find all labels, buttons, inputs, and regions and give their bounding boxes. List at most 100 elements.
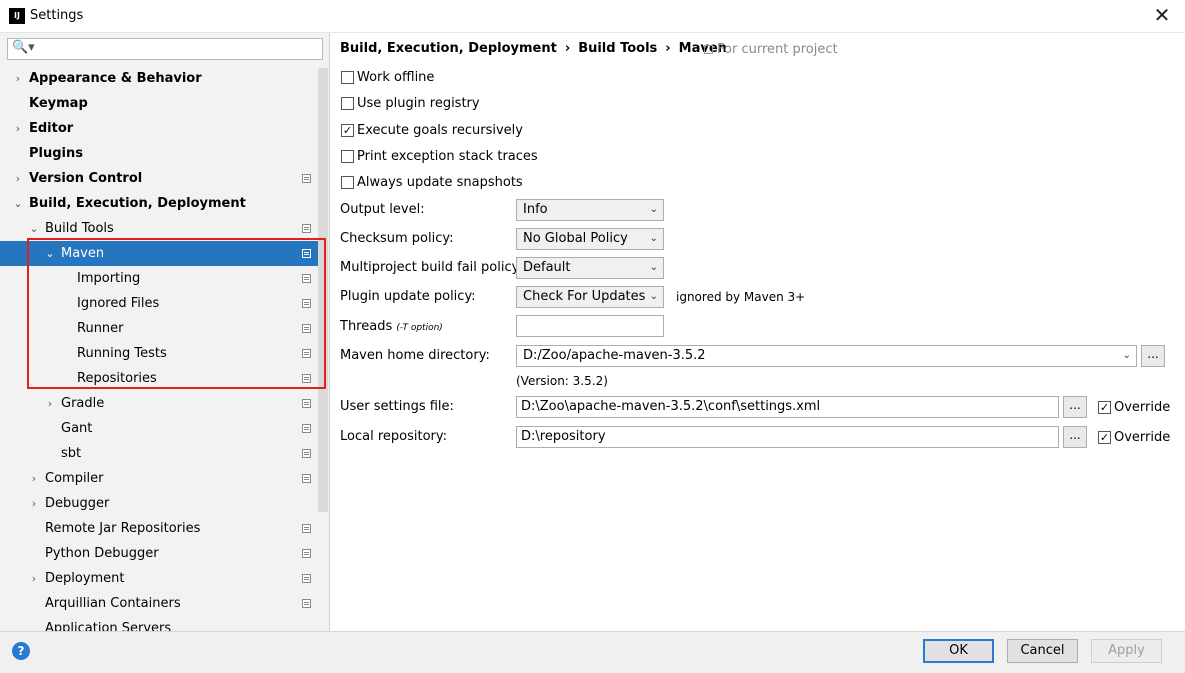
chevron-right-icon[interactable]: › <box>28 466 40 491</box>
title-bar: IJ Settings ✕ <box>0 0 1185 33</box>
tree-item-label: Gant <box>61 421 93 436</box>
chevron-right-icon[interactable]: › <box>44 391 56 416</box>
chevron-right-icon[interactable]: › <box>28 566 40 591</box>
chevron-right-icon[interactable]: › <box>12 66 24 91</box>
tree-item-label: Plugins <box>29 146 83 161</box>
checkbox-box[interactable]: ✓ <box>341 124 354 137</box>
settings-search-input[interactable]: 🔍▾ <box>7 38 323 60</box>
tree-item-runner[interactable]: Runner <box>0 316 318 341</box>
tree-item-build-execution-deployment[interactable]: ⌄ Build, Execution, Deployment <box>0 191 318 216</box>
ok-button[interactable]: OK <box>923 639 994 663</box>
tree-item-label: Gradle <box>61 396 105 411</box>
local-repository-input[interactable]: D:\repository <box>516 426 1059 448</box>
threads-label-text: Threads <box>340 319 393 334</box>
checkbox-box[interactable] <box>341 71 354 84</box>
breadcrumb-item: Build Tools <box>578 41 658 56</box>
project-scope-icon <box>302 524 311 533</box>
tree-item-label: Application Servers <box>45 621 172 631</box>
intellij-app-icon: IJ <box>9 8 25 24</box>
apply-button[interactable]: Apply <box>1091 639 1162 663</box>
multiproject-fail-policy-label: Multiproject build fail policy: <box>340 260 523 275</box>
checkbox-label: Use plugin registry <box>357 96 480 111</box>
project-scope-icon <box>302 474 311 483</box>
tree-item-deployment[interactable]: › Deployment <box>0 566 318 591</box>
project-scope-icon <box>302 174 311 183</box>
maven-home-select[interactable]: D:/Zoo/apache-maven-3.5.2 ⌄ <box>516 345 1137 367</box>
plugin-update-policy-select[interactable]: Check For Updates ⌄ <box>516 286 664 308</box>
close-icon[interactable]: ✕ <box>1150 4 1174 28</box>
tree-item-appearance-behavior[interactable]: › Appearance & Behavior <box>0 66 318 91</box>
project-scope-icon <box>302 599 311 608</box>
plugin-update-policy-hint: ignored by Maven 3+ <box>676 290 806 304</box>
tree-item-label: Deployment <box>45 571 125 586</box>
tree-item-ignored-files[interactable]: Ignored Files <box>0 291 318 316</box>
threads-input[interactable] <box>516 315 664 337</box>
checkbox-box[interactable]: ✓ <box>1098 431 1111 444</box>
project-scope-icon <box>302 349 311 358</box>
project-scope-icon <box>302 424 311 433</box>
tree-item-keymap[interactable]: Keymap <box>0 91 318 116</box>
tree-item-maven[interactable]: ⌄ Maven <box>0 241 318 266</box>
user-settings-label: User settings file: <box>340 399 454 414</box>
tree-item-arquillian-containers[interactable]: Arquillian Containers <box>0 591 318 616</box>
chevron-down-icon[interactable]: ⌄ <box>12 191 24 216</box>
multiproject-fail-policy-select[interactable]: Default ⌄ <box>516 257 664 279</box>
tree-item-label: Repositories <box>77 371 157 386</box>
checkbox-label: Always update snapshots <box>357 175 523 190</box>
threads-label-note: (-T option) <box>396 323 443 333</box>
tree-item-debugger[interactable]: › Debugger <box>0 491 318 516</box>
checkbox-box[interactable] <box>341 150 354 163</box>
window-title: Settings <box>30 8 84 23</box>
tree-item-python-debugger[interactable]: Python Debugger <box>0 541 318 566</box>
output-level-label: Output level: <box>340 202 425 217</box>
tree-item-compiler[interactable]: › Compiler <box>0 466 318 491</box>
tree-item-label: Running Tests <box>77 346 167 361</box>
tree-item-version-control[interactable]: › Version Control <box>0 166 318 191</box>
checkbox-box[interactable] <box>341 176 354 189</box>
tree-item-application-servers[interactable]: Application Servers <box>0 616 318 631</box>
scope-label: For current project <box>717 42 838 57</box>
checkbox-label: Print exception stack traces <box>357 149 538 164</box>
checkbox-label: Work offline <box>357 70 435 85</box>
sidebar-scrollbar[interactable] <box>318 68 328 512</box>
maven-home-browse-button[interactable]: ... <box>1141 345 1165 367</box>
project-scope-icon <box>302 549 311 558</box>
checkbox-label: Execute goals recursively <box>357 123 523 138</box>
tree-item-gant[interactable]: Gant <box>0 416 318 441</box>
tree-item-remote-jar-repositories[interactable]: Remote Jar Repositories <box>0 516 318 541</box>
chevron-right-icon[interactable]: › <box>12 166 24 191</box>
checkbox-box[interactable] <box>341 97 354 110</box>
local-repository-browse-button[interactable]: ... <box>1063 426 1087 448</box>
project-scope-icon <box>302 224 311 233</box>
output-level-select[interactable]: Info ⌄ <box>516 199 664 221</box>
scope-indicator: For current project <box>704 42 838 57</box>
checkbox-label: Override <box>1114 400 1171 415</box>
chevron-right-icon[interactable]: › <box>12 116 24 141</box>
cancel-button[interactable]: Cancel <box>1007 639 1078 663</box>
chevron-down-icon[interactable]: ⌄ <box>44 241 56 266</box>
project-scope-icon <box>302 249 311 258</box>
checkbox-box[interactable]: ✓ <box>1098 401 1111 414</box>
tree-item-repositories[interactable]: Repositories <box>0 366 318 391</box>
tree-item-running-tests[interactable]: Running Tests <box>0 341 318 366</box>
checksum-policy-select[interactable]: No Global Policy ⌄ <box>516 228 664 250</box>
user-settings-input[interactable]: D:\Zoo\apache-maven-3.5.2\conf\settings.… <box>516 396 1059 418</box>
tree-item-label: sbt <box>61 446 82 461</box>
chevron-right-icon[interactable]: › <box>28 491 40 516</box>
tree-item-editor[interactable]: › Editor <box>0 116 318 141</box>
tree-item-label: Importing <box>77 271 141 286</box>
tree-item-build-tools[interactable]: ⌄ Build Tools <box>0 216 318 241</box>
threads-label: Threads (-T option) <box>340 319 443 334</box>
tree-item-importing[interactable]: Importing <box>0 266 318 291</box>
chevron-down-icon[interactable]: ⌄ <box>28 216 40 241</box>
tree-item-plugins[interactable]: Plugins <box>0 141 318 166</box>
output-level-value: Info <box>523 202 548 217</box>
local-repository-label: Local repository: <box>340 429 447 444</box>
help-icon[interactable]: ? <box>12 642 30 660</box>
tree-item-sbt[interactable]: sbt <box>0 441 318 466</box>
maven-home-value: D:/Zoo/apache-maven-3.5.2 <box>523 348 706 363</box>
tree-item-label: Editor <box>29 121 74 136</box>
tree-item-gradle[interactable]: › Gradle <box>0 391 318 416</box>
user-settings-browse-button[interactable]: ... <box>1063 396 1087 418</box>
project-scope-icon <box>302 324 311 333</box>
